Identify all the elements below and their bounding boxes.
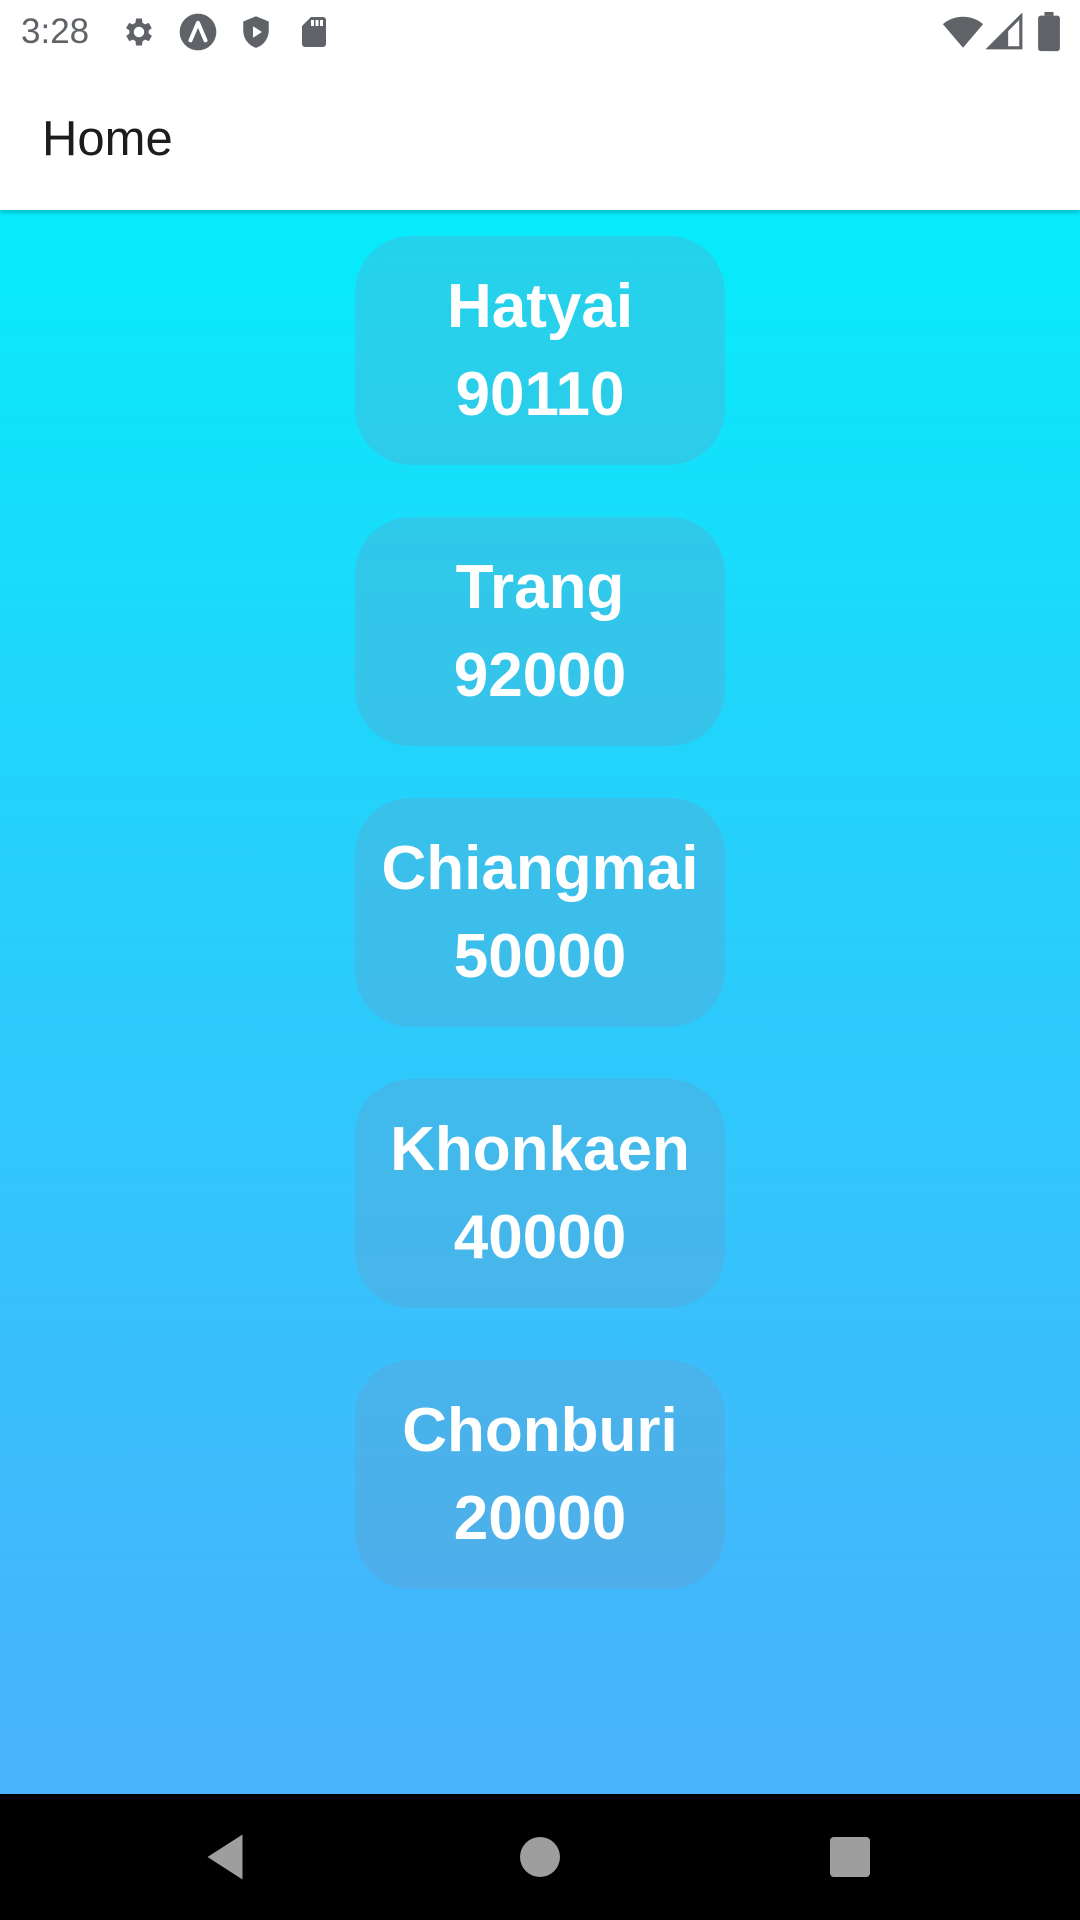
city-card-khonkaen[interactable]: Khonkaen 40000 <box>355 1079 725 1308</box>
status-time: 3:28 <box>21 12 90 51</box>
content-area[interactable]: Hatyai 90110 Trang 92000 Chiangmai 50000… <box>0 210 1080 1794</box>
city-name: Trang <box>455 552 625 622</box>
city-list: Hatyai 90110 Trang 92000 Chiangmai 50000… <box>0 236 1080 1641</box>
city-card-trang[interactable]: Trang 92000 <box>355 517 725 746</box>
recents-icon[interactable] <box>820 1827 880 1887</box>
city-zip: 20000 <box>453 1483 627 1553</box>
page-title: Home <box>42 112 173 166</box>
city-zip: 40000 <box>453 1202 627 1272</box>
city-name: Chiangmai <box>381 833 699 903</box>
app-bar: Home <box>0 63 1080 210</box>
system-nav-bar <box>0 1794 1080 1920</box>
city-zip: 92000 <box>453 640 627 710</box>
battery-icon <box>1036 12 1062 52</box>
status-bar: 3:28 <box>0 0 1080 63</box>
back-icon[interactable] <box>195 1827 255 1887</box>
home-icon[interactable] <box>510 1827 570 1887</box>
city-name: Hatyai <box>446 271 634 341</box>
city-name: Khonkaen <box>390 1114 690 1184</box>
app-a-icon <box>178 12 218 52</box>
sd-card-icon <box>296 14 332 50</box>
wifi-icon <box>942 11 984 53</box>
cell-signal-icon <box>986 13 1024 51</box>
phone-screen: 3:28 Home Hatyai 90110 Trang 92000 Chian… <box>0 0 1080 1920</box>
city-card-chonburi[interactable]: Chonburi 20000 <box>355 1360 725 1589</box>
gear-icon <box>121 14 157 50</box>
city-card-chiangmai[interactable]: Chiangmai 50000 <box>355 798 725 1027</box>
city-card-hatyai[interactable]: Hatyai 90110 <box>355 236 725 465</box>
city-zip: 50000 <box>453 921 627 991</box>
city-zip: 90110 <box>455 359 625 429</box>
shield-play-icon <box>238 14 274 50</box>
city-name: Chonburi <box>402 1395 678 1465</box>
